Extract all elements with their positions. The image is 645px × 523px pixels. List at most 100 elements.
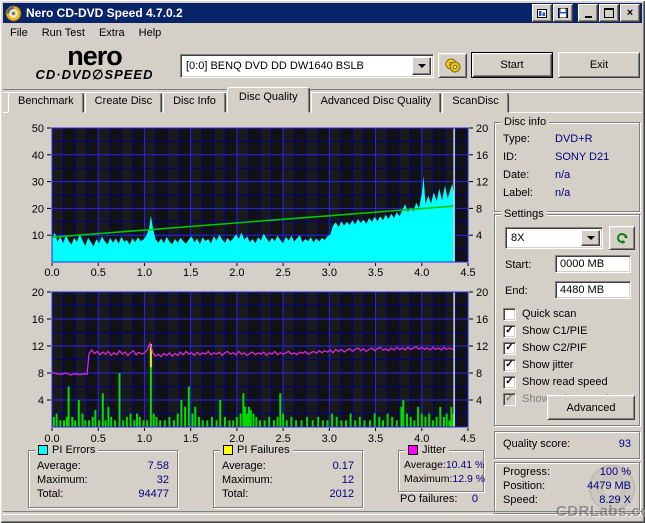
speed-label: Speed: [503,494,538,506]
window-title: Nero CD-DVD Speed 4.7.0.2 [26,6,183,20]
speed-selector[interactable]: 8X [505,227,603,249]
speed-dropdown-button[interactable] [581,230,600,246]
drive-dropdown-button[interactable] [412,57,431,75]
svg-text:20: 20 [32,203,44,215]
minimize-button[interactable] [578,4,598,22]
svg-text:0.0: 0.0 [44,267,59,279]
cdrlabs-watermark: CDRLabs.com [556,503,645,520]
svg-text:1.5: 1.5 [183,267,198,279]
label: Average: [37,460,81,472]
po-failures-row: PO failures: 0 [400,493,478,505]
progress-value: 100 % [599,466,631,478]
screenshot-button[interactable] [532,4,552,22]
svg-text:50: 50 [32,123,44,135]
menu-file[interactable]: File [3,26,35,40]
tab-scandisc[interactable]: ScanDisc [442,92,509,113]
disc-id-label: ID: [503,151,518,163]
label: Maximum: [222,474,273,486]
svg-text:3.0: 3.0 [322,433,337,445]
svg-text:20: 20 [476,287,488,299]
save-button[interactable] [553,4,573,22]
progress-label: Progress: [503,466,551,478]
svg-text:12: 12 [32,341,44,353]
start-button[interactable]: Start [471,52,553,78]
app-window: { "window": { "title": "Nero CD-DVD Spee… [0,0,645,523]
svg-text:0.5: 0.5 [91,267,106,279]
po-failures-label: PO failures: [400,493,458,505]
app-icon [5,5,22,21]
svg-text:40: 40 [32,150,44,162]
checkbox-show-read-speed[interactable]: ✓ Show read speed [503,375,608,389]
menu-help[interactable]: Help [132,26,169,40]
checkbox-box: ✓ [503,375,516,389]
svg-text:16: 16 [476,314,488,326]
tab-disc-quality[interactable]: Disc Quality [226,87,310,113]
svg-text:16: 16 [32,314,44,326]
quality-score-panel: Quality score: 93 [494,431,640,459]
speed-selector-value: 8X [511,232,525,244]
svg-text:8: 8 [38,368,44,380]
svg-text:8: 8 [476,203,482,215]
drive-selector[interactable]: [0:0] BENQ DVD DD DW1640 BSLB [180,54,434,78]
disc-label-label: Label: [503,187,533,199]
maximize-button[interactable] [599,4,619,22]
nero-logo: nero CD·DVD∅SPEED [12,43,177,88]
disc-date-value: n/a [555,169,571,181]
settings-title: Settings [501,208,547,220]
svg-text:3.5: 3.5 [368,267,383,279]
checkbox-show-c1-pie[interactable]: ✓ Show C1/PIE [503,324,587,338]
pif-jitter-chart: 48121620481216200.0 0.5 1.0 1.5 2.0 2.5 3.0 3.5… [32,287,489,445]
pi-failures-title: PI Failures [237,444,290,456]
checkbox-show-jitter[interactable]: ✓ Show jitter [503,358,573,372]
start-mb-label: Start: [505,259,532,271]
po-failures-value: 0 [471,493,478,505]
position-value: 4479 MB [586,480,631,492]
value: 2012 [329,488,354,500]
menu-bar: File Run Test Extra Help [3,24,642,41]
svg-text:12: 12 [476,341,488,353]
disc-type-value: DVD+R [555,133,593,145]
chevron-down-icon [586,236,595,240]
position-label: Position: [503,480,546,492]
tab-advanced-disc-quality[interactable]: Advanced Disc Quality [310,92,442,113]
tab-create-disc[interactable]: Create Disc [84,92,163,113]
menu-extra[interactable]: Extra [92,26,132,40]
disc-type-label: Type: [503,133,530,145]
refresh-icon [617,233,628,244]
exit-button[interactable]: Exit [558,52,640,78]
discs-icon [445,58,460,73]
jitter-title: Jitter [422,444,446,456]
svg-text:8: 8 [476,368,482,380]
disc-glyph: ∅ [92,67,105,82]
label: Maximum: [404,473,453,485]
close-button[interactable]: × [620,4,640,22]
end-mb-input[interactable] [555,281,631,299]
chart-copy-icon [537,8,547,18]
chevron-down-icon [417,64,426,68]
quality-score-value: 93 [618,438,631,450]
start-mb-input[interactable] [555,255,631,273]
value: 12.9 % [452,473,486,485]
eject-disc-button[interactable] [438,53,467,78]
disc-info-panel: Disc info Type: DVD+R ID: SONY D21 Date:… [494,116,640,212]
end-mb-label: End: [505,285,528,297]
tab-benchmark[interactable]: Benchmark [8,92,84,113]
checkbox-show-c2-pif[interactable]: ✓ Show C2/PIF [503,341,587,355]
disc-id-value: SONY D21 [555,151,610,163]
refresh-button[interactable] [609,226,635,250]
value: 94477 [138,488,169,500]
checkbox-quick-scan[interactable]: Quick scan [503,307,576,321]
svg-text:20: 20 [476,123,488,135]
title-bar: Nero CD-DVD Speed 4.7.0.2 × [3,3,642,23]
svg-text:30: 30 [32,177,44,189]
svg-text:3.5: 3.5 [368,433,383,445]
bottom-separator [3,511,642,515]
advanced-button[interactable]: Advanced [547,395,635,420]
svg-text:1.0: 1.0 [137,267,152,279]
value: 0.17 [332,460,354,472]
svg-text:4.5: 4.5 [460,267,475,279]
svg-text:4.5: 4.5 [460,433,475,445]
menu-run-test[interactable]: Run Test [35,26,92,40]
tab-disc-info[interactable]: Disc Info [163,92,226,113]
checkbox-box: ✓ [503,358,516,372]
